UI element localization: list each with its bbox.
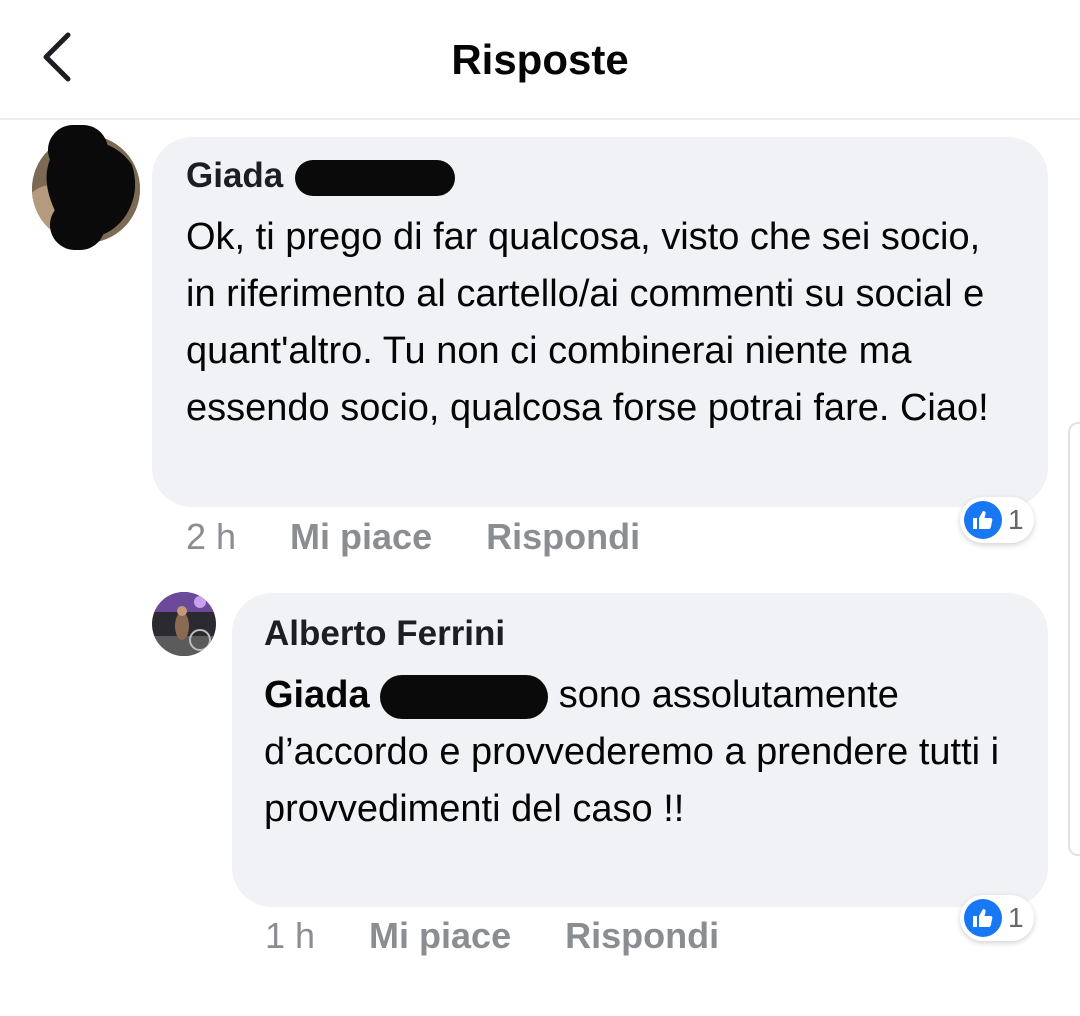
comment-bubble[interactable]: Alberto Ferrini Giada sono assolutamente… <box>232 593 1048 907</box>
like-button[interactable]: Mi piace <box>369 915 511 957</box>
replies-screen: Risposte Giada Ok, ti prego di far qualc… <box>0 0 1080 1016</box>
reply-button[interactable]: Rispondi <box>486 516 640 558</box>
reaction-count-badge[interactable]: 1 <box>960 895 1034 941</box>
profile-photo <box>152 592 216 656</box>
reaction-count: 1 <box>1008 504 1024 535</box>
comment-text: Ok, ti prego di far qualcosa, visto che … <box>186 216 989 429</box>
page-title: Risposte <box>451 36 629 83</box>
comment-time: 2 h <box>186 516 237 557</box>
comment-bubble[interactable]: Giada Ok, ti prego di far qualcosa, vist… <box>152 137 1048 507</box>
top-bar: Risposte <box>0 0 1080 120</box>
redacted-surname <box>295 159 455 196</box>
scrollbar[interactable] <box>1068 422 1080 856</box>
comment-actions: 1 h Mi piace Rispondi <box>265 913 719 959</box>
reply-button[interactable]: Rispondi <box>565 915 719 957</box>
reaction-count: 1 <box>1008 902 1024 933</box>
comment-author[interactable]: Alberto Ferrini <box>264 613 1016 655</box>
comment-author[interactable]: Giada <box>186 155 1014 197</box>
like-button[interactable]: Mi piace <box>290 516 432 558</box>
redacted-surname <box>380 674 549 719</box>
reaction-count-badge[interactable]: 1 <box>960 497 1034 543</box>
avatar[interactable] <box>152 592 216 656</box>
comment-actions: 2 h Mi piace Rispondi <box>186 514 640 560</box>
comment-text: Giada sono assolutamente d’accordo e pro… <box>264 674 1000 830</box>
redaction-mark <box>50 200 105 250</box>
redaction-mark <box>48 125 108 175</box>
mention-link[interactable]: Giada <box>264 674 549 719</box>
thumbs-up-icon <box>964 899 1002 937</box>
comment-time: 1 h <box>265 915 316 956</box>
thumbs-up-icon <box>964 501 1002 539</box>
